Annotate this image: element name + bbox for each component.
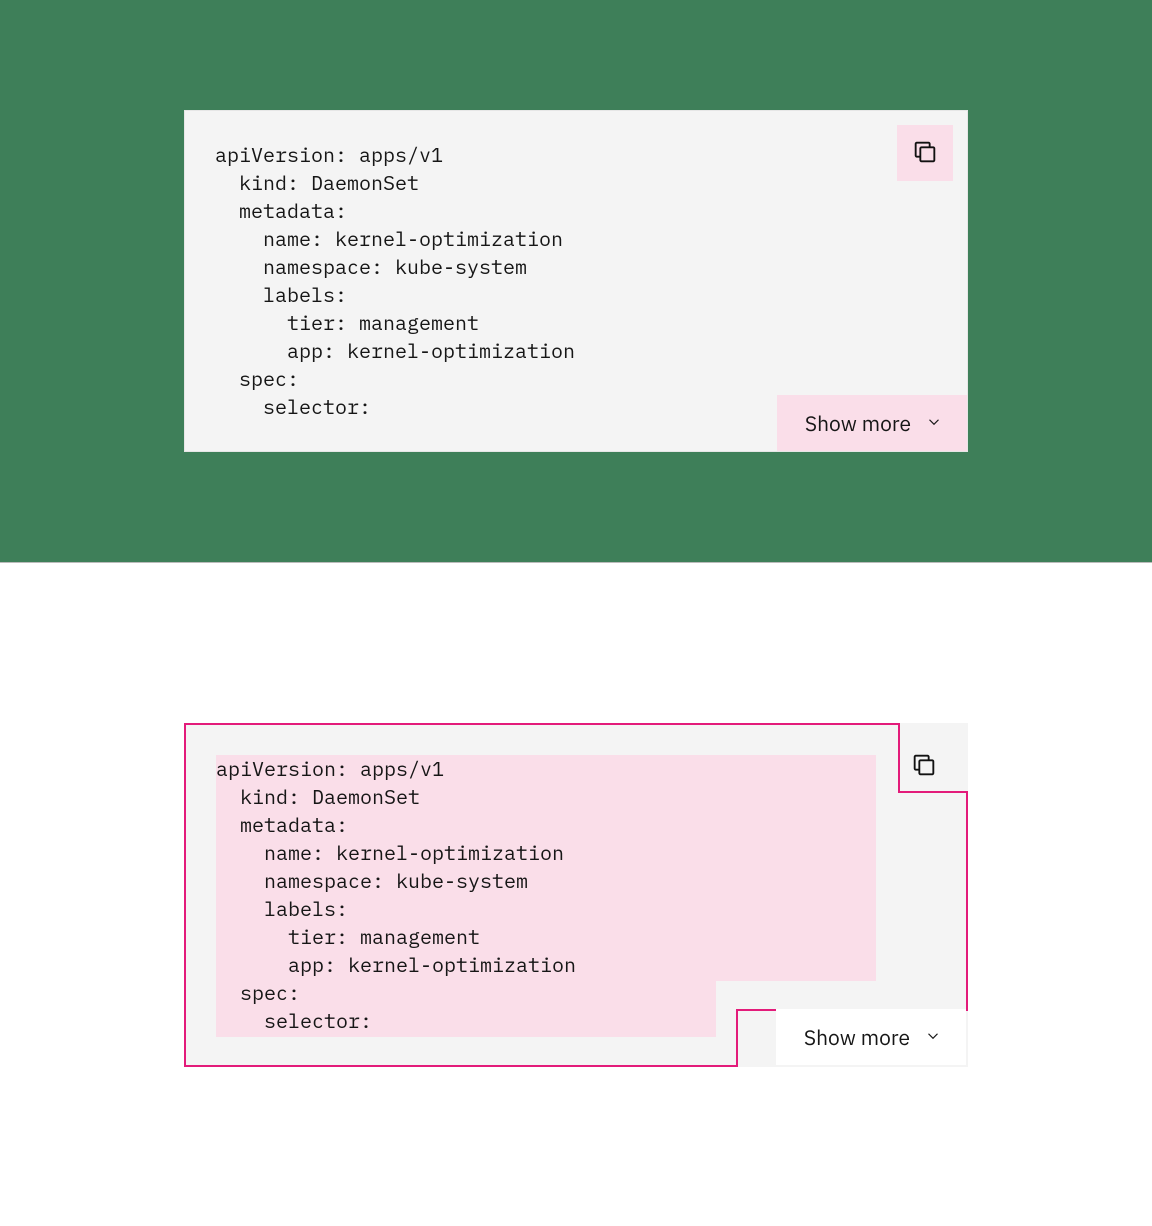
code-content[interactable]: apiVersion: apps/v1 kind: DaemonSet meta… [216, 755, 936, 1035]
show-more-button[interactable]: Show more [776, 1009, 966, 1065]
code-snippet-block-selected: apiVersion: apps/v1 kind: DaemonSet meta… [184, 723, 968, 1067]
show-more-label: Show more [805, 409, 911, 437]
show-more-label: Show more [804, 1023, 910, 1051]
chevron-down-icon [925, 409, 943, 437]
code-content[interactable]: apiVersion: apps/v1 kind: DaemonSet meta… [215, 141, 937, 421]
copy-button[interactable] [897, 125, 953, 181]
copy-button[interactable] [896, 739, 952, 795]
chevron-down-icon [924, 1023, 942, 1051]
show-more-button[interactable]: Show more [777, 395, 967, 451]
copy-icon [910, 751, 938, 782]
top-section: apiVersion: apps/v1 kind: DaemonSet meta… [0, 0, 1152, 562]
code-snippet-block: apiVersion: apps/v1 kind: DaemonSet meta… [184, 110, 968, 452]
copy-icon [911, 138, 939, 169]
bottom-section: apiVersion: apps/v1 kind: DaemonSet meta… [0, 562, 1152, 1226]
